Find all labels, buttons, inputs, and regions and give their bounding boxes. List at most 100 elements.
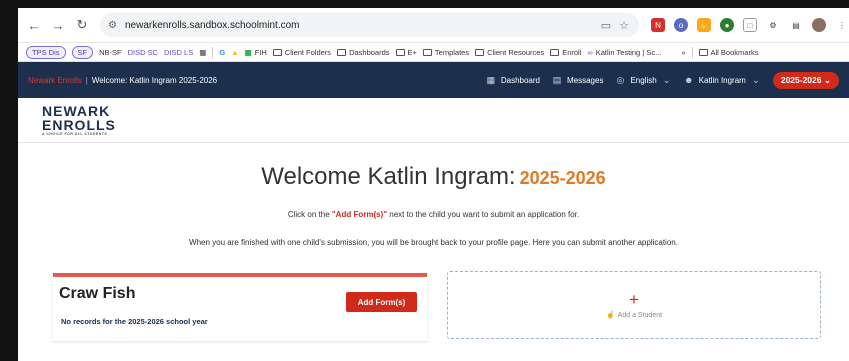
bookmark-fih[interactable]: ▦ FIH <box>245 48 267 57</box>
instruction-line-2: When you are finished with one child's s… <box>189 238 678 247</box>
url-text[interactable]: newarkenrolls.sandbox.schoolmint.com <box>125 20 300 31</box>
back-icon[interactable]: ← <box>24 15 44 35</box>
folder-icon <box>272 48 282 56</box>
logo-line1: NEWARK <box>42 102 111 119</box>
user-name: Katlin Ingram <box>698 75 746 85</box>
bookmark-separator <box>691 46 693 58</box>
add-form-button[interactable]: Add Form(s) <box>346 292 417 312</box>
logo-area: NEWARK ENROLLS A CHOICE FOR ALL STUDENTS <box>18 98 849 143</box>
logo-tagline: A CHOICE FOR ALL STUDENTS <box>42 131 108 136</box>
app-header: Newark Enrolls | Welcome: Katlin Ingram … <box>18 62 849 98</box>
folder-icon <box>475 48 485 56</box>
chevron-down-icon: ⌄ <box>752 74 760 85</box>
dashboard-link[interactable]: ▦ Dashboard <box>486 75 540 85</box>
extensions-puzzle-icon[interactable]: ⚙ <box>766 18 780 32</box>
brand-link[interactable]: Newark Enrolls <box>28 76 82 85</box>
dashboard-icon: ▦ <box>486 74 496 85</box>
apps-grid-icon[interactable]: ▦ <box>199 48 206 57</box>
bookmark-label: Katlin Testing | Sc... <box>595 47 662 57</box>
bookmark-all-bookmarks[interactable]: All Bookmarks <box>698 47 759 57</box>
instruction-line-1: Click on the "Add Form(s)" next to the c… <box>18 210 849 219</box>
language-label: English <box>630 75 657 85</box>
page-title: Welcome: Katlin Ingram 2025-2026 <box>91 75 218 85</box>
folder-icon <box>422 48 432 56</box>
bookmark-sf[interactable]: SF <box>71 45 94 59</box>
breadcrumb-separator: | <box>85 75 88 85</box>
bookmark-e-plus[interactable]: E+ <box>395 47 417 57</box>
bookmark-label: Client Resources <box>487 47 545 57</box>
address-bar[interactable]: ⚙ newarkenrolls.sandbox.schoolmint.com ▭… <box>100 13 639 37</box>
bookmark-disd-ls[interactable]: DISD LS <box>164 48 193 57</box>
sheets-icon: ▦ <box>244 47 252 57</box>
reading-list-icon[interactable]: ▤ <box>789 18 803 32</box>
forward-icon[interactable]: → <box>48 15 68 35</box>
bookmark-label: All Bookmarks <box>710 47 759 57</box>
folder-icon <box>337 48 347 56</box>
bookmark-dashboards[interactable]: Dashboards <box>337 47 390 57</box>
year-label: 2025-2026 <box>780 74 822 85</box>
bookmark-label: Templates <box>434 47 470 57</box>
extension-green-icon[interactable]: ● <box>720 18 734 32</box>
browser-menu-icon[interactable]: ⋮ <box>835 18 849 32</box>
extension-circle-icon[interactable]: o <box>674 18 688 32</box>
chevron-down-icon: ⌄ <box>662 74 671 85</box>
bookmark-enroll[interactable]: Enroll <box>550 48 581 57</box>
chevron-down-icon: ⌄ <box>823 74 831 85</box>
more-bookmarks-icon[interactable]: » <box>681 48 685 57</box>
newark-enrolls-logo[interactable]: NEWARK ENROLLS A CHOICE FOR ALL STUDENTS <box>42 104 116 137</box>
extension-hand-icon[interactable]: ✋ <box>697 18 711 32</box>
folder-icon <box>395 48 405 56</box>
profile-avatar-icon[interactable] <box>812 18 826 32</box>
bookmark-client-resources[interactable]: Client Resources <box>475 48 544 57</box>
pointer-cursor-icon: ☝ <box>605 312 615 319</box>
language-select[interactable]: ◎ English ⌄ <box>615 75 671 85</box>
user-menu[interactable]: ☻ Katlin Ingram ⌄ <box>683 74 761 86</box>
link-icon: ∞ <box>587 47 593 57</box>
folder-icon <box>698 48 708 56</box>
browser-window: ← → ↻ ⚙ newarkenrolls.sandbox.schoolmint… <box>18 8 849 361</box>
extension-window-icon[interactable]: □ <box>743 18 757 32</box>
add-student-text: Add a Student <box>617 312 663 319</box>
welcome-heading: Welcome Katlin Ingram: 2025-2026 <box>18 163 849 191</box>
messages-link[interactable]: ▤ Messages <box>552 74 604 85</box>
bookmark-nb-sf[interactable]: NB-SF <box>99 48 122 57</box>
bookmark-tps-dis[interactable]: TPS Dis <box>26 45 66 59</box>
welcome-text: Welcome Katlin Ingram: <box>261 163 516 190</box>
site-settings-icon[interactable]: ⚙ <box>108 20 117 31</box>
folder-icon <box>550 48 560 56</box>
instruction-pre: Click on the <box>287 210 332 219</box>
message-icon: ▤ <box>552 74 562 85</box>
main-content: Welcome Katlin Ingram: 2025-2026 Click on… <box>18 143 849 361</box>
extension-new-icon[interactable]: N <box>651 18 665 32</box>
google-icon[interactable]: G <box>219 48 225 57</box>
logo-line2: ENROLLS <box>42 116 116 133</box>
bookmark-label: E+ <box>407 47 417 57</box>
bookmarks-bar: TPS Dis SF NB-SF DISD SC DISD LS ▦ G ▲ ▦… <box>18 43 849 62</box>
bookmark-katlin-testing[interactable]: ∞ Katlin Testing | Sc... <box>587 48 661 57</box>
cast-icon[interactable]: ▭ <box>601 19 611 32</box>
welcome-year: 2025-2026 <box>519 168 606 188</box>
bookmark-disd-sc[interactable]: DISD SC <box>128 48 158 57</box>
user-icon: ☻ <box>683 75 694 85</box>
plus-icon: + <box>629 290 639 309</box>
add-student-card[interactable]: + ☝ Add a Student <box>447 271 821 339</box>
bookmark-templates[interactable]: Templates <box>422 47 470 57</box>
instruction-highlight: "Add Form(s)" <box>331 210 388 219</box>
drive-icon[interactable]: ▲ <box>231 48 238 57</box>
bookmark-star-icon[interactable]: ☆ <box>619 19 629 32</box>
bookmark-label: Enroll <box>562 47 582 57</box>
instruction-post: next to the child you want to submit an … <box>387 210 580 219</box>
student-card: Craw Fish No records for the 2025-2026 s… <box>53 273 427 341</box>
year-select-button[interactable]: 2025-2026 ⌄ <box>772 71 839 89</box>
bookmark-fih-label: FIH <box>254 47 267 57</box>
bookmark-client-folders[interactable]: Client Folders <box>272 47 332 57</box>
no-records-text: No records for the 2025-2026 school year <box>61 317 208 326</box>
dashboard-label: Dashboard <box>500 75 540 85</box>
bookmark-label: Dashboards <box>349 47 390 57</box>
bookmark-label: Client Folders <box>284 47 332 57</box>
globe-icon: ◎ <box>616 74 625 85</box>
messages-label: Messages <box>566 75 604 85</box>
reload-icon[interactable]: ↻ <box>72 15 92 35</box>
bookmark-separator <box>212 46 214 58</box>
add-student-label: ☝ Add a Student <box>606 311 662 319</box>
